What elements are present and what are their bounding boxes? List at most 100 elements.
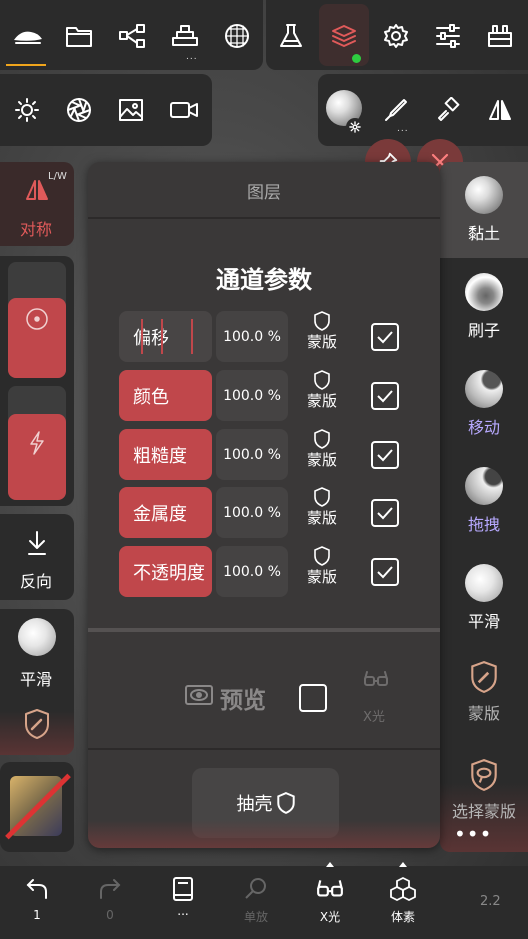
channel-checkbox[interactable] xyxy=(371,323,399,351)
select-mask-shield-icon xyxy=(471,758,497,792)
layers-icon[interactable] xyxy=(320,12,368,60)
channel-checkbox[interactable] xyxy=(371,499,399,527)
undo-button[interactable]: 1 xyxy=(9,876,65,922)
channel-checkbox[interactable] xyxy=(371,558,399,586)
check-icon xyxy=(377,566,393,579)
image-icon[interactable] xyxy=(107,86,155,134)
layer-panel-title: 图层 xyxy=(247,183,281,203)
intensity-lightning-icon xyxy=(22,428,52,458)
topology-icon[interactable] xyxy=(213,12,261,60)
title-divider xyxy=(88,217,440,219)
xray-glasses-icon xyxy=(317,880,343,897)
tool-label: 拖拽 xyxy=(467,515,500,534)
channel-opacity-button[interactable]: 不透明度 xyxy=(119,546,212,597)
search-zoom-icon xyxy=(245,878,266,899)
more-options-dots[interactable]: ••• xyxy=(454,822,492,846)
tool-select-mask[interactable]: 选择蒙版 xyxy=(440,758,528,822)
channel-metalness-button[interactable]: 金属度 xyxy=(119,487,212,538)
move-ball-icon xyxy=(465,370,503,408)
channel-value[interactable]: 100.0 % xyxy=(216,429,288,480)
channel-mask-toggle[interactable]: 蒙版 xyxy=(298,546,346,602)
channel-checkbox[interactable] xyxy=(371,441,399,469)
tool-drag[interactable]: 拖拽 xyxy=(450,467,518,535)
paint-brush-icon[interactable] xyxy=(372,86,420,134)
channel-value[interactable]: 100.0 % xyxy=(216,487,288,538)
reverse-button[interactable]: 反向 xyxy=(0,514,74,600)
drag-ball-icon xyxy=(465,467,503,505)
channel-mask-toggle[interactable]: 蒙版 xyxy=(298,370,346,426)
tool-label: 黏土 xyxy=(467,224,500,243)
scene-graph-icon[interactable] xyxy=(108,12,156,60)
xray-label: X光 xyxy=(319,910,341,924)
book-icon xyxy=(173,877,193,901)
channel-value[interactable]: 100.0 % xyxy=(216,546,288,597)
video-camera-icon[interactable] xyxy=(160,86,208,134)
scene-tools-icon[interactable] xyxy=(161,12,209,60)
xray-button[interactable]: X光 xyxy=(302,876,358,925)
matcap-preview[interactable] xyxy=(0,762,74,852)
bottom-divider xyxy=(88,748,440,750)
scene-tools-more: ... xyxy=(186,52,198,62)
channel-value[interactable]: 100.0 % xyxy=(216,311,288,362)
plugin-icon[interactable] xyxy=(476,12,524,60)
channel-label: 不透明度 xyxy=(133,562,205,584)
channel-mask-toggle[interactable]: 蒙版 xyxy=(298,311,346,367)
mask-shield-icon xyxy=(314,429,330,449)
settings-gear-icon[interactable] xyxy=(372,12,420,60)
tool-mask[interactable]: 蒙版 xyxy=(450,660,518,724)
sliders-icon[interactable] xyxy=(424,12,472,60)
tool-clay[interactable]: 黏土 xyxy=(450,176,518,244)
history-book-button[interactable]: ... xyxy=(155,876,211,918)
material-flask-icon[interactable] xyxy=(267,12,315,60)
version-label: 2.2 xyxy=(480,894,501,909)
channel-roughness-button[interactable]: 粗糙度 xyxy=(119,429,212,480)
check-icon xyxy=(377,331,393,344)
tool-label: 移动 xyxy=(467,418,500,437)
bottom-bar: 1 0 ... 单放 X光 体素 2.2 xyxy=(0,866,528,939)
smooth-mask-shield-icon[interactable] xyxy=(20,706,54,742)
mask-shield-icon xyxy=(314,370,330,390)
layers-status-dot xyxy=(352,54,361,63)
channel-offset-button[interactable]: 偏移 xyxy=(119,311,212,362)
mask-shield-icon xyxy=(314,487,330,507)
symmetry-panel[interactable]: L/W 对称 xyxy=(0,162,74,246)
channel-mask-toggle[interactable]: 蒙版 xyxy=(298,429,346,485)
channel-color-button[interactable]: 颜色 xyxy=(119,370,212,421)
radius-icon xyxy=(22,304,52,334)
reverse-label: 反向 xyxy=(20,572,53,591)
symmetry-tool-icon[interactable] xyxy=(476,86,524,134)
fill-brush-icon[interactable] xyxy=(424,86,472,134)
material-settings-gear-icon[interactable] xyxy=(346,118,364,136)
book-more: ... xyxy=(177,904,189,918)
offset-marker-lines xyxy=(141,319,201,354)
smooth-label: 平滑 xyxy=(20,670,53,689)
redo-count: 0 xyxy=(106,908,114,922)
layer-panel-bottom-glow xyxy=(88,820,440,848)
tool-brush[interactable]: 刷子 xyxy=(450,273,518,341)
redo-button[interactable]: 0 xyxy=(82,876,138,922)
voxel-button[interactable]: 体素 xyxy=(375,876,431,925)
single-view-button[interactable]: 单放 xyxy=(228,876,284,925)
tool-move[interactable]: 移动 xyxy=(450,370,518,438)
tool-label: 蒙版 xyxy=(467,704,500,723)
light-sun-icon[interactable] xyxy=(3,86,51,134)
preview-checkbox[interactable] xyxy=(299,684,327,712)
channel-params-heading: 通道参数 xyxy=(216,266,312,294)
check-icon xyxy=(377,390,393,403)
xray-glasses-icon[interactable] xyxy=(362,668,390,690)
symmetry-label: 对称 xyxy=(20,220,53,239)
folder-icon[interactable] xyxy=(55,12,103,60)
extract-shield-icon xyxy=(276,792,295,814)
channel-checkbox[interactable] xyxy=(371,382,399,410)
mask-label: 蒙版 xyxy=(306,451,337,469)
channel-mask-toggle[interactable]: 蒙版 xyxy=(298,487,346,543)
camera-aperture-icon[interactable] xyxy=(55,86,103,134)
channel-value[interactable]: 100.0 % xyxy=(216,370,288,421)
smooth-ball-icon xyxy=(465,564,503,602)
tool-smooth[interactable]: 平滑 xyxy=(450,564,518,632)
sculpt-mode-icon[interactable] xyxy=(4,12,52,60)
reverse-arrow-icon xyxy=(24,528,50,558)
smooth-brush-icon[interactable] xyxy=(18,618,56,656)
redo-icon xyxy=(100,879,121,899)
mask-label: 蒙版 xyxy=(306,509,337,527)
